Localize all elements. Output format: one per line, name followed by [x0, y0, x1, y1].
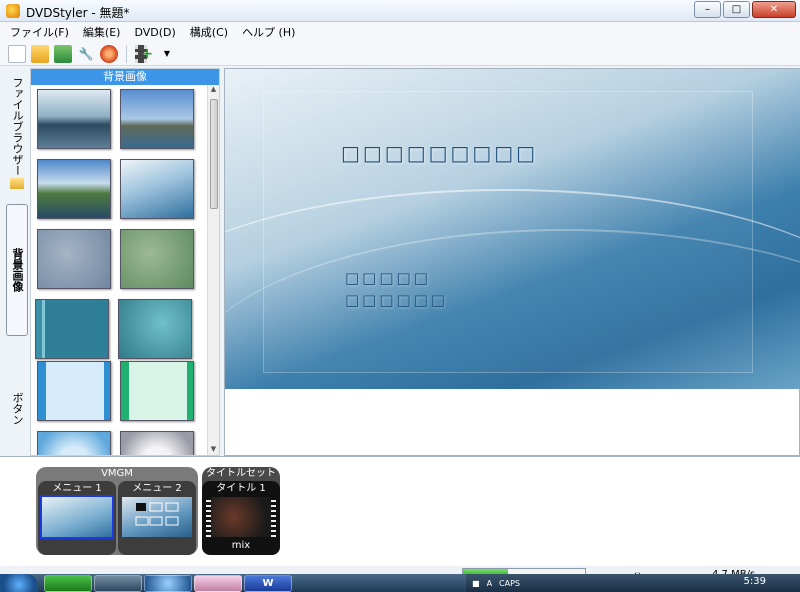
menu-card-1[interactable]: メニュー 1: [38, 481, 116, 555]
menu-card-2-label: メニュー 2: [132, 483, 182, 494]
taskbar-excel-icon[interactable]: [44, 575, 92, 592]
toolbar-separator: [126, 44, 127, 63]
chevron-down-icon[interactable]: ▼: [158, 45, 176, 63]
save-icon[interactable]: [54, 44, 72, 63]
left-tab-strip: ファイルブラウザー 背景画像 ボタン: [0, 68, 30, 456]
menu-config[interactable]: 構成(C): [190, 24, 228, 40]
vmgm-group: VMGM メニュー 1 メニュー 2: [36, 467, 198, 555]
add-file-button[interactable]: +: [135, 44, 153, 63]
taskbar-paint-icon[interactable]: [194, 575, 242, 592]
thumbnail-blue-square[interactable]: [37, 431, 111, 455]
taskbar: W ■ A CAPS 5:39: [0, 574, 800, 592]
background-panel-scrollbar[interactable]: ▲ ▼: [207, 85, 219, 455]
film-preview-icon: [206, 497, 276, 537]
folder-icon: [10, 178, 24, 189]
tab-file-browser[interactable]: ファイルブラウザー: [6, 76, 28, 176]
dvdstyler-app-icon: [6, 4, 20, 18]
scroll-down-arrow-icon[interactable]: ▼: [208, 445, 219, 455]
menu-dvd[interactable]: DVD(D): [134, 26, 175, 39]
thumbnail-blue-wave[interactable]: [120, 159, 194, 219]
menu-background: □□□□□□□□□ □□□□□ □□□□□□: [225, 69, 800, 389]
thumbnail-harbor[interactable]: [120, 89, 194, 149]
thumbnail-gray-blur[interactable]: [37, 229, 111, 289]
titleset-manager: VMGM メニュー 1 メニュー 2 タイトルセット 1 タイトル 1: [0, 456, 800, 566]
plus-icon: +: [141, 45, 153, 62]
menu-1-preview: [40, 495, 114, 539]
menu-2-preview: [122, 497, 192, 537]
tray-ime-icon[interactable]: A: [487, 579, 492, 588]
menu-file[interactable]: ファイル(F): [10, 24, 69, 40]
thumbnail-sea[interactable]: [37, 89, 111, 149]
open-icon[interactable]: [31, 44, 49, 63]
menu-bar: ファイル(F) 編集(E) DVD(D) 構成(C) ヘルプ (H): [0, 22, 800, 42]
background-thumbnail-grid: [31, 85, 209, 455]
tab-file-browser-label: ファイルブラウザー: [11, 76, 24, 176]
window-controls: – □ ✕: [694, 1, 796, 18]
thumbnail-green-frame[interactable]: [120, 361, 194, 421]
thumbnail-coast[interactable]: [37, 159, 111, 219]
thumbnail-gray-square[interactable]: [120, 431, 194, 455]
clock[interactable]: 5:39: [744, 576, 766, 587]
taskbar-word-icon[interactable]: W: [244, 575, 292, 592]
title-caption: mix: [231, 540, 251, 551]
scroll-up-arrow-icon[interactable]: ▲: [208, 85, 219, 95]
menu-help[interactable]: ヘルプ (H): [242, 24, 295, 40]
tray-caps-indicator: CAPS: [499, 578, 521, 588]
tab-buttons[interactable]: ボタン: [6, 378, 28, 438]
maximize-button[interactable]: □: [723, 1, 750, 18]
title-card-1-label: タイトル 1: [216, 483, 266, 494]
thumbnail-green-blur[interactable]: [120, 229, 194, 289]
menu-edit[interactable]: 編集(E): [83, 24, 121, 40]
menu-title-text[interactable]: □□□□□□□□□: [341, 141, 538, 165]
close-button[interactable]: ✕: [752, 1, 796, 18]
start-button[interactable]: [0, 574, 38, 592]
toolbar: 🔧 + ▼: [0, 42, 800, 66]
background-panel-header: 背景画像: [31, 69, 219, 85]
burn-icon[interactable]: [100, 44, 118, 63]
system-tray: ■ A CAPS 5:39: [466, 574, 800, 592]
new-icon[interactable]: [8, 44, 26, 63]
window-title: DVDStyler - 無題*: [26, 6, 130, 20]
scrollbar-thumb[interactable]: [210, 99, 218, 209]
tab-backgrounds[interactable]: 背景画像: [6, 204, 28, 336]
title-bar: DVDStyler - 無題* – □ ✕: [0, 0, 800, 22]
tray-app-icon[interactable]: ■: [472, 579, 480, 588]
tab-backgrounds-label: 背景画像: [11, 248, 24, 292]
button-grid-preview: [135, 502, 179, 526]
background-panel: 背景画像 ▲ ▼: [30, 68, 220, 456]
menu-button-1[interactable]: □□□□□: [345, 269, 431, 287]
thumbnail-teal-stripes[interactable]: [35, 299, 109, 359]
menu-button-2[interactable]: □□□□□□: [345, 291, 448, 309]
vmgm-label: VMGM: [101, 468, 133, 479]
taskbar-audio-icon[interactable]: [94, 575, 142, 592]
tab-buttons-label: ボタン: [11, 391, 24, 425]
menu-card-2[interactable]: メニュー 2: [118, 481, 196, 555]
menu-editor-canvas[interactable]: □□□□□□□□□ □□□□□ □□□□□□: [224, 68, 800, 456]
safe-area-frame: [263, 91, 753, 373]
status-bar: [0, 566, 800, 574]
titleset-group: タイトルセット 1 タイトル 1 mix: [202, 467, 280, 555]
thumbnail-teal-texture[interactable]: [118, 299, 192, 359]
menu-card-1-label: メニュー 1: [52, 483, 102, 494]
thumbnail-blue-frame[interactable]: [37, 361, 111, 421]
title-card-1[interactable]: タイトル 1 mix: [202, 481, 280, 555]
settings-icon[interactable]: 🔧: [77, 45, 95, 63]
taskbar-media-icon[interactable]: [144, 575, 192, 592]
minimize-button[interactable]: –: [694, 1, 721, 18]
